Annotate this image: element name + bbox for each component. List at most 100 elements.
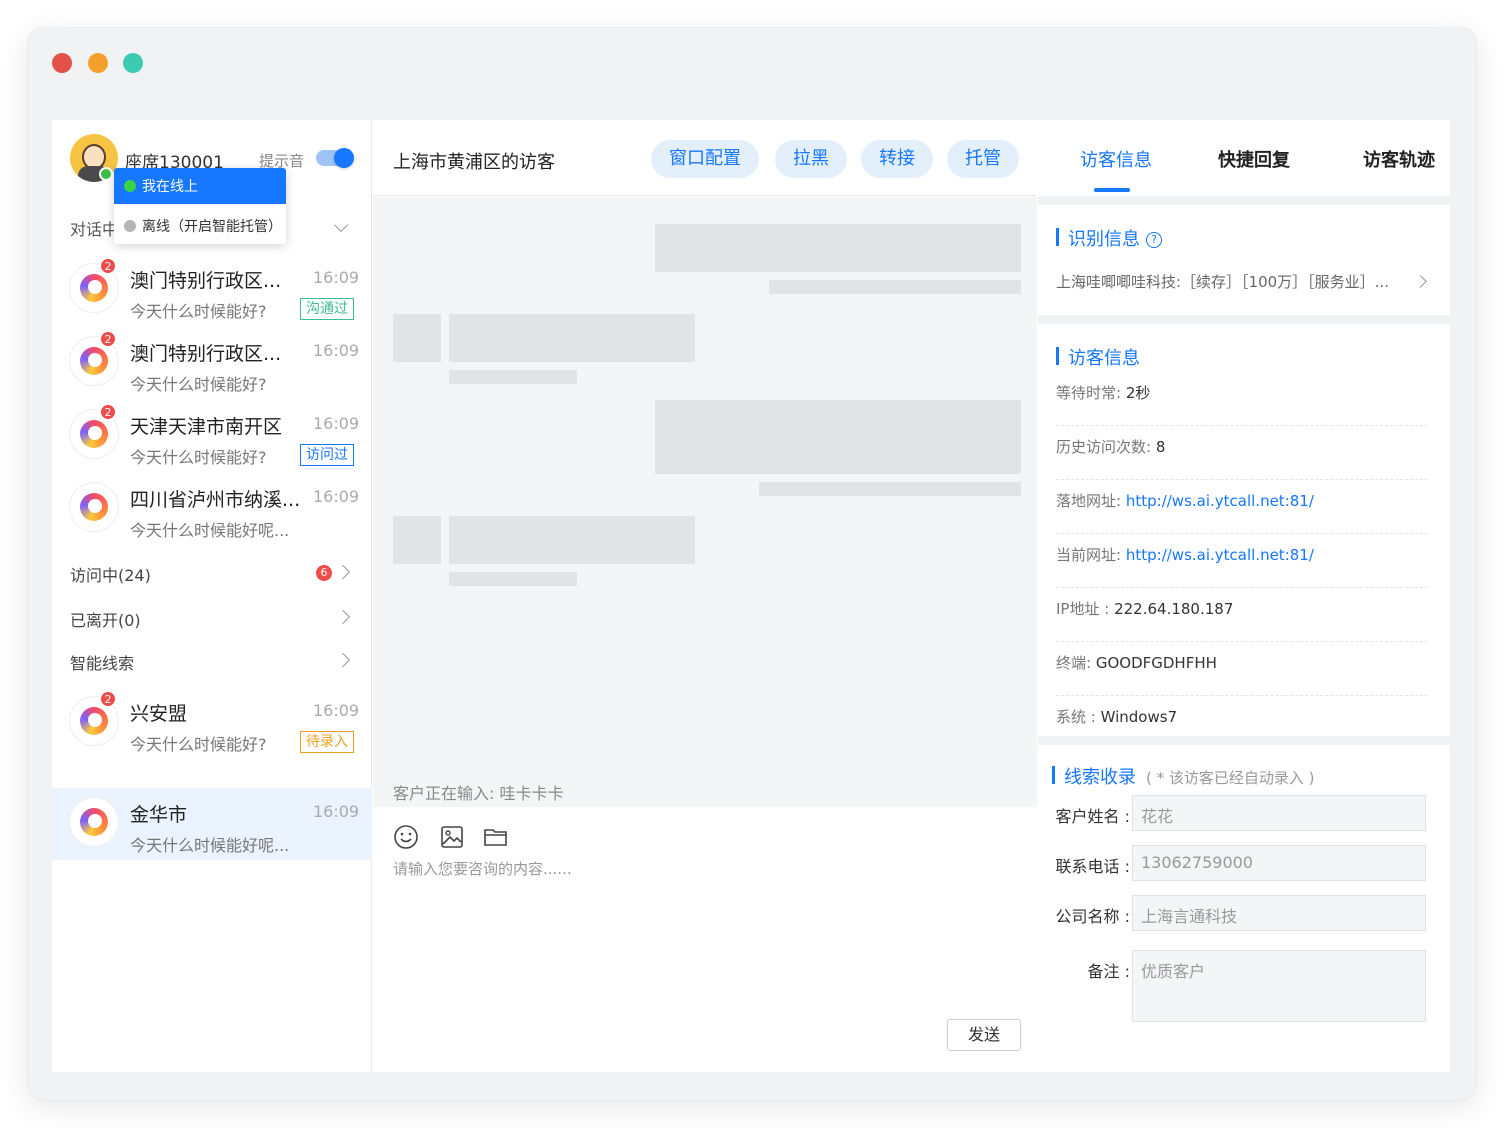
conversation-item-selected[interactable]: 金华市 16:09 今天什么时候能好呢...: [52, 788, 372, 860]
info-row-terminal: 终端: GOODFGDHFHH: [1056, 642, 1428, 696]
conversing-label: 对话中: [70, 220, 119, 239]
conversation-name: 兴安盟: [130, 703, 188, 725]
conversation-name: 金华市: [130, 804, 188, 826]
status-tag: 待录入: [300, 731, 354, 753]
active-tab-indicator: [1094, 188, 1130, 192]
chevron-right-icon: [335, 609, 351, 625]
unread-badge: 2: [100, 691, 116, 707]
online-status-dot: [99, 167, 113, 181]
avatar-placeholder: [393, 314, 441, 362]
conversation-time: 16:09: [313, 341, 360, 360]
info-row-system: 系统 : Windows7: [1056, 708, 1178, 726]
conversation-time: 16:09: [313, 414, 360, 433]
conversation-message: 今天什么时候能好?: [130, 735, 267, 754]
status-tag: 访问过: [300, 444, 354, 466]
section-label: 访问中(24): [70, 566, 151, 585]
tab-quick-reply[interactable]: 快捷回复: [1218, 146, 1290, 172]
lead-note: ( * 该访客已经自动录入 ): [1146, 769, 1315, 787]
message-meta-placeholder: [449, 370, 577, 384]
chat-title: 上海市黄浦区的访客: [393, 152, 555, 173]
grey-dot-icon: [124, 220, 136, 232]
info-row-landing-url: 落地网址: http://ws.ai.ytcall.net:81/: [1056, 480, 1428, 534]
detail-tabs: 访客信息 快捷回复 访客轨迹: [1038, 120, 1450, 196]
notes-label: 备注 :: [1087, 962, 1130, 981]
folder-icon[interactable]: [483, 824, 509, 850]
message-meta-placeholder: [759, 482, 1021, 496]
blacklist-button[interactable]: 拉黑: [775, 140, 847, 178]
conversation-item[interactable]: 2 澳门特别行政区... 16:09 今天什么时候能好?: [52, 327, 372, 399]
unread-badge: 2: [100, 258, 116, 274]
customer-name-field[interactable]: 花花: [1132, 795, 1426, 831]
message-meta-placeholder: [449, 572, 577, 586]
transfer-button[interactable]: 转接: [861, 140, 933, 178]
chevron-right-icon[interactable]: [1414, 275, 1427, 288]
section-visiting[interactable]: 访问中(24) 6: [52, 552, 372, 592]
visitor-detail-panel: 访客信息 快捷回复 访客轨迹 识别信息? 上海哇唧唧哇科技:［续存］［100万］…: [1038, 120, 1450, 1072]
conversation-item[interactable]: 2 兴安盟 16:09 今天什么时候能好? 待录入: [52, 687, 372, 759]
message-bubble-placeholder: [655, 400, 1021, 474]
maximize-window-button[interactable]: [123, 53, 143, 73]
name-label: 客户姓名 :: [1055, 807, 1130, 826]
section-smart-leads[interactable]: 智能线索: [52, 640, 372, 680]
emoji-icon[interactable]: [393, 824, 419, 850]
message-bubble-placeholder: [449, 314, 695, 362]
conversation-message: 今天什么时候能好?: [130, 302, 267, 321]
conversation-time: 16:09: [313, 802, 360, 821]
chat-panel: 上海市黄浦区的访客 窗口配置 拉黑 转接 托管 客户正在输入: 哇卡卡卡 请输入…: [373, 120, 1037, 1072]
auto-manage-button[interactable]: 托管: [947, 140, 1019, 178]
message-input[interactable]: 请输入您要咨询的内容......: [393, 858, 572, 879]
status-online-option[interactable]: 我在线上: [114, 168, 286, 204]
window-config-button[interactable]: 窗口配置: [651, 140, 759, 178]
sound-toggle[interactable]: [316, 148, 354, 168]
info-row-current-url: 当前网址: http://ws.ai.ytcall.net:81/: [1056, 534, 1428, 588]
notes-field[interactable]: 优质客户: [1132, 950, 1426, 1022]
identify-title: 识别信息?: [1056, 225, 1162, 251]
title-bar: [28, 28, 1476, 96]
minimize-window-button[interactable]: [88, 53, 108, 73]
green-dot-icon: [124, 180, 136, 192]
conversation-name: 澳门特别行政区...: [130, 270, 282, 292]
conversation-time: 16:09: [313, 701, 360, 720]
chevron-down-icon: [333, 217, 349, 233]
company-label: 公司名称 :: [1055, 907, 1130, 926]
conversation-item[interactable]: 四川省泸州市纳溪... 16:09 今天什么时候能好呢...: [52, 473, 372, 545]
conversation-time: 16:09: [313, 268, 360, 287]
close-window-button[interactable]: [52, 53, 72, 73]
section-label: 已离开(0): [70, 611, 141, 630]
message-input-area: 请输入您要咨询的内容...... 发送: [373, 808, 1037, 1072]
status-dropdown-menu: 我在线上 离线（开启智能托管）: [114, 168, 286, 244]
unread-badge: 2: [100, 404, 116, 420]
status-offline-option[interactable]: 离线（开启智能托管）: [114, 208, 286, 244]
phone-label: 联系电话 :: [1055, 857, 1130, 876]
company-field[interactable]: 上海言通科技: [1132, 895, 1426, 931]
chevron-right-icon: [335, 652, 351, 668]
send-button[interactable]: 发送: [947, 1019, 1021, 1051]
visitor-info-title: 访客信息: [1056, 344, 1140, 370]
tab-visitor-track[interactable]: 访客轨迹: [1363, 146, 1435, 172]
conversation-time: 16:09: [313, 487, 360, 506]
status-tag: 沟通过: [300, 298, 354, 320]
conversation-sidebar: 座席130001 提示音 我在线上 离线（开启智能托管） 对话中 2 澳门特别行…: [52, 120, 372, 1072]
identify-card: 识别信息? 上海哇唧唧哇科技:［续存］［100万］［服务业］...: [1038, 205, 1450, 315]
lead-title: 线索收录( * 该访客已经自动录入 ): [1052, 763, 1315, 789]
help-icon[interactable]: ?: [1146, 232, 1162, 248]
lead-card: 线索收录( * 该访客已经自动录入 ) 客户姓名 : 花花 联系电话 : 130…: [1038, 745, 1450, 1072]
tab-visitor-info[interactable]: 访客信息: [1080, 146, 1152, 172]
current-url-link[interactable]: http://ws.ai.ytcall.net:81/: [1126, 546, 1314, 564]
app-content: 座席130001 提示音 我在线上 离线（开启智能托管） 对话中 2 澳门特别行…: [52, 120, 1450, 1072]
message-list[interactable]: [373, 197, 1037, 807]
identify-summary[interactable]: 上海哇唧唧哇科技:［续存］［100万］［服务业］...: [1056, 271, 1416, 292]
section-left[interactable]: 已离开(0): [52, 597, 372, 637]
conversation-item[interactable]: 2 天津天津市南开区 16:09 今天什么时候能好? 访问过: [52, 400, 372, 472]
message-meta-placeholder: [769, 280, 1021, 294]
info-row-visit-count: 历史访问次数: 8: [1056, 426, 1428, 480]
info-row-wait-time: 等待时常: 2秒: [1056, 372, 1428, 426]
conversation-message: 今天什么时候能好?: [130, 375, 267, 394]
conversation-item[interactable]: 2 澳门特别行政区... 16:09 今天什么时候能好? 沟通过: [52, 254, 372, 326]
conversation-name: 四川省泸州市纳溪...: [130, 489, 301, 511]
phone-field[interactable]: 13062759000: [1132, 845, 1426, 881]
message-bubble-placeholder: [449, 516, 695, 564]
image-icon[interactable]: [439, 824, 465, 850]
section-label: 智能线索: [70, 654, 135, 673]
landing-url-link[interactable]: http://ws.ai.ytcall.net:81/: [1126, 492, 1314, 510]
